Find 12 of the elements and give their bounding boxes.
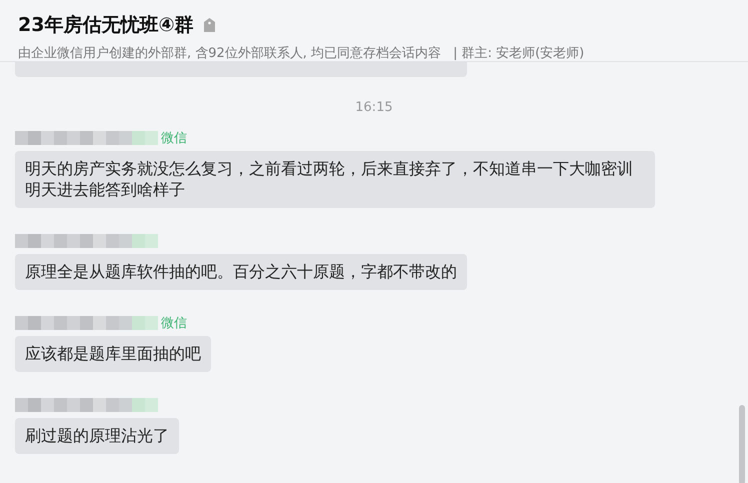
sender-source: 微信: [161, 130, 187, 147]
message-bubble: 明天的房产实务就没怎么复习，之前看过两轮，后来直接弃了，不知道串一下大咖密训明天进去能答到啥样子: [15, 151, 655, 208]
timestamp: 16:15: [354, 100, 394, 115]
message-bubble: 刷过题的原理沾光了: [15, 418, 179, 454]
message-bubble: 应该都是题库里面抽的吧: [15, 336, 211, 372]
scrollbar[interactable]: [739, 405, 745, 483]
tag-icon: [204, 18, 215, 32]
group-title: 23年房估无忧班④群: [18, 13, 194, 38]
message-bubble: 原理全是从题库软件抽的吧。百分之六十原题，字都不带改的: [15, 254, 467, 290]
group-description: 由企业微信用户创建的外部群, 含92位外部联系人, 均已同意存档会话内容: [18, 45, 442, 62]
group-owner: | 群主: 安老师(安老师): [453, 45, 584, 62]
sender-source: 微信: [161, 315, 187, 332]
